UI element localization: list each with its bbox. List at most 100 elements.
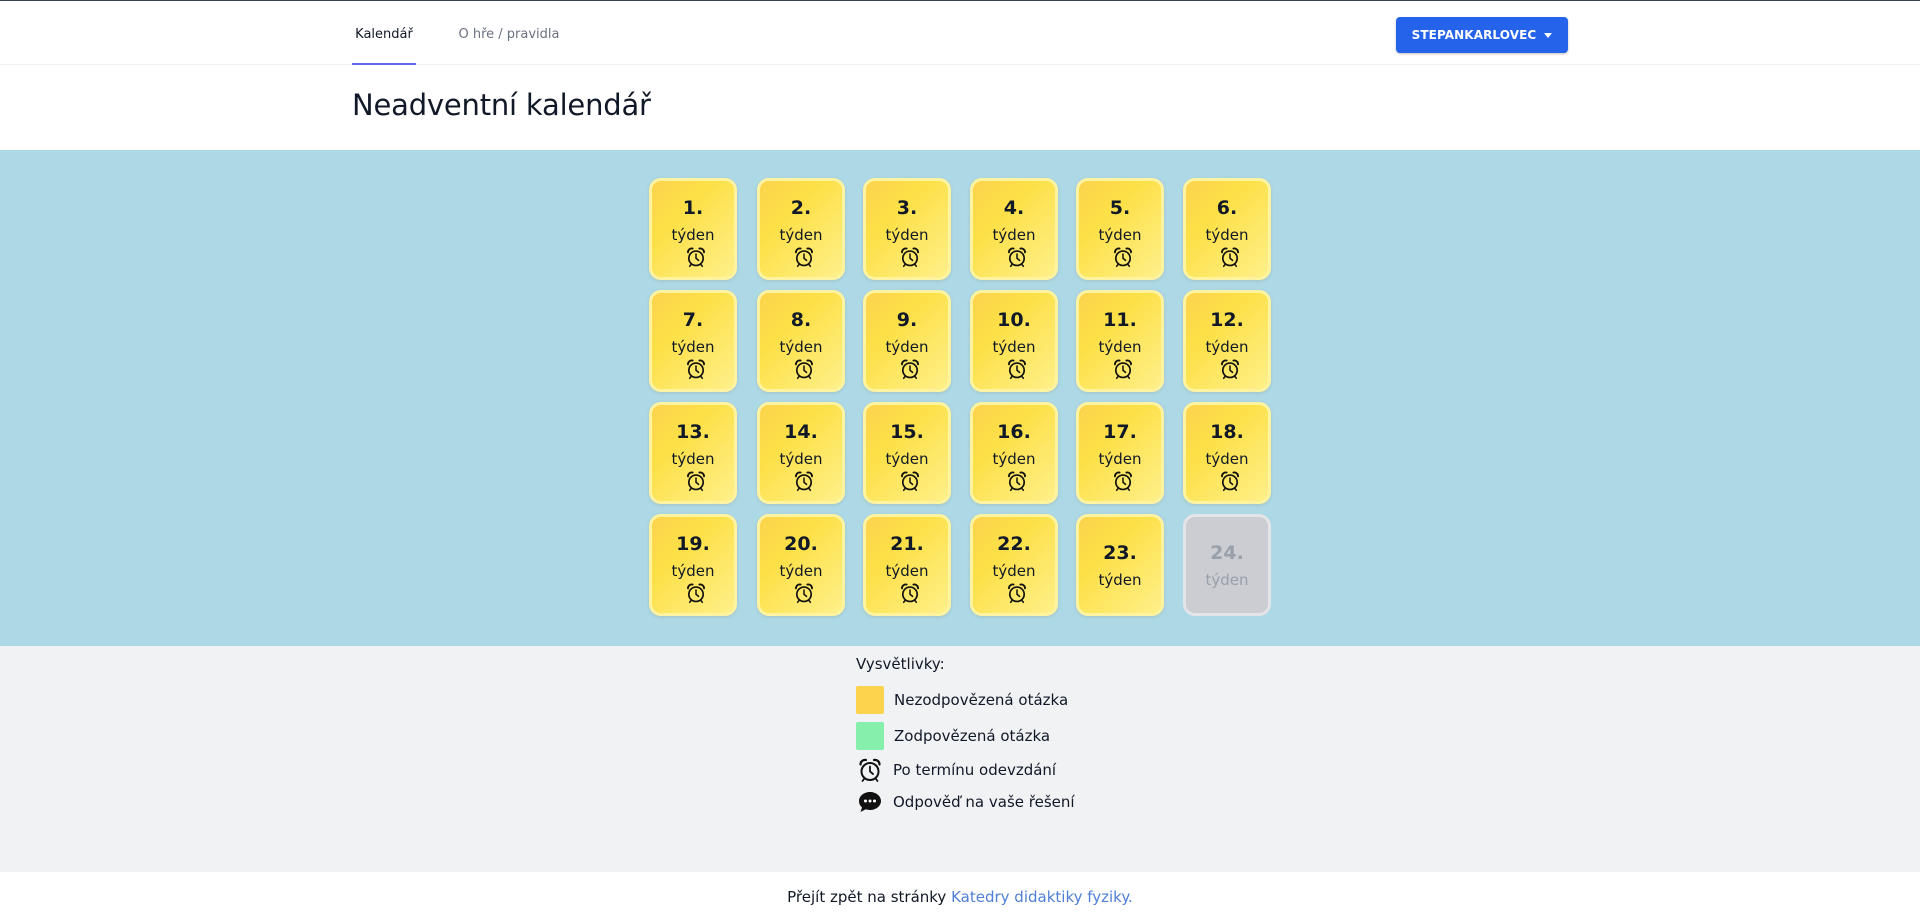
- week-label: týden: [885, 562, 929, 580]
- week-label: týden: [1098, 571, 1142, 589]
- week-number: 16.: [997, 421, 1031, 443]
- week-label: týden: [1098, 226, 1142, 244]
- navbar: Kalendář O hře / pravidla STEPANKARLOVEC: [0, 1, 1920, 65]
- week-tile[interactable]: 13. týden: [649, 402, 737, 504]
- alarm-clock-icon: [1112, 470, 1134, 492]
- week-tile[interactable]: 4. týden: [970, 178, 1058, 280]
- week-number: 5.: [1109, 197, 1131, 219]
- week-label: týden: [885, 338, 929, 356]
- legend-item-unanswered: Nezodpovězená otázka: [856, 686, 1068, 714]
- chevron-down-icon: [1544, 32, 1553, 38]
- week-tile[interactable]: 21. týden: [863, 514, 951, 616]
- alarm-clock-icon: [899, 358, 921, 380]
- alarm-clock-icon: [899, 246, 921, 268]
- week-label: týden: [779, 562, 823, 580]
- week-tile: 24. týden: [1183, 514, 1271, 616]
- week-label: týden: [1205, 226, 1249, 244]
- week-tile[interactable]: 19. týden: [649, 514, 737, 616]
- unanswered-swatch: [856, 686, 884, 714]
- week-tile[interactable]: 10. týden: [970, 290, 1058, 392]
- week-number: 3.: [896, 197, 918, 219]
- week-tile[interactable]: 3. týden: [863, 178, 951, 280]
- week-label: týden: [779, 226, 823, 244]
- week-number: 12.: [1210, 309, 1244, 331]
- week-label: týden: [779, 338, 823, 356]
- week-label: týden: [992, 338, 1036, 356]
- week-tile[interactable]: 14. týden: [757, 402, 845, 504]
- week-label: týden: [1098, 450, 1142, 468]
- legend-text: Odpověď na vaše řešení: [893, 793, 1075, 811]
- user-menu-label: STEPANKARLOVEC: [1411, 28, 1537, 42]
- alarm-clock-icon: [1112, 358, 1134, 380]
- footer: Přejít zpět na stránky Katedry didaktiky…: [0, 872, 1920, 920]
- tab-calendar[interactable]: Kalendář: [352, 1, 416, 65]
- legend-text: Nezodpovězená otázka: [894, 691, 1069, 709]
- alarm-clock-icon: [1006, 246, 1028, 268]
- alarm-clock-icon: [899, 470, 921, 492]
- legend-item-reply: Odpověď na vaše řešení: [856, 788, 1075, 816]
- week-label: týden: [992, 226, 1036, 244]
- week-number: 2.: [790, 197, 812, 219]
- alarm-clock-icon: [899, 582, 921, 604]
- legend: Vysvětlivky: Nezodpovězená otázka Zodpov…: [0, 646, 1920, 872]
- alarm-clock-icon: [793, 470, 815, 492]
- week-tile[interactable]: 23. týden: [1076, 514, 1164, 616]
- week-number: 17.: [1103, 421, 1137, 443]
- week-tile[interactable]: 20. týden: [757, 514, 845, 616]
- alarm-clock-icon: [1219, 470, 1241, 492]
- week-number: 20.: [784, 533, 818, 555]
- footer-text: Přejít zpět na stránky: [787, 888, 947, 906]
- week-tile[interactable]: 12. týden: [1183, 290, 1271, 392]
- alarm-clock-icon: [1219, 358, 1241, 380]
- week-label: týden: [992, 562, 1036, 580]
- alarm-clock-icon: [685, 470, 707, 492]
- week-number: 7.: [682, 309, 704, 331]
- week-tile[interactable]: 22. týden: [970, 514, 1058, 616]
- week-label: týden: [1205, 450, 1249, 468]
- week-tile[interactable]: 18. týden: [1183, 402, 1271, 504]
- week-number: 4.: [1003, 197, 1025, 219]
- week-label: týden: [1205, 338, 1249, 356]
- footer-link[interactable]: Katedry didaktiky fyziky.: [951, 888, 1133, 906]
- user-menu-button[interactable]: STEPANKARLOVEC: [1396, 17, 1568, 53]
- week-label: týden: [671, 562, 715, 580]
- week-tile[interactable]: 9. týden: [863, 290, 951, 392]
- week-number: 24.: [1210, 542, 1244, 564]
- week-number: 15.: [890, 421, 924, 443]
- alarm-clock-icon: [685, 358, 707, 380]
- week-tile[interactable]: 17. týden: [1076, 402, 1164, 504]
- week-label: týden: [1205, 571, 1249, 589]
- week-tile[interactable]: 2. týden: [757, 178, 845, 280]
- alarm-clock-icon: [1112, 246, 1134, 268]
- alarm-clock-icon: [685, 246, 707, 268]
- alarm-clock-icon: [1219, 246, 1241, 268]
- week-tile[interactable]: 11. týden: [1076, 290, 1164, 392]
- week-number: 18.: [1210, 421, 1244, 443]
- page-title: Neadventní kalendář: [352, 88, 651, 122]
- legend-item-overdue: Po termínu odevzdání: [856, 756, 1056, 784]
- legend-title: Vysvětlivky:: [856, 655, 945, 673]
- alarm-clock-icon: [793, 246, 815, 268]
- week-label: týden: [885, 450, 929, 468]
- alarm-clock-icon: [685, 582, 707, 604]
- week-tile[interactable]: 5. týden: [1076, 178, 1164, 280]
- alarm-clock-icon: [1006, 358, 1028, 380]
- calendar-board: 1. týden 2. týden 3. týden 4. týden 5. týden 6. týd…: [0, 150, 1920, 646]
- speech-bubble-icon: [856, 788, 884, 816]
- week-label: týden: [671, 226, 715, 244]
- week-tile[interactable]: 15. týden: [863, 402, 951, 504]
- week-number: 11.: [1103, 309, 1137, 331]
- legend-text: Zodpovězená otázka: [894, 727, 1051, 745]
- week-tile[interactable]: 16. týden: [970, 402, 1058, 504]
- week-tile[interactable]: 6. týden: [1183, 178, 1271, 280]
- legend-text: Po termínu odevzdání: [893, 761, 1057, 779]
- week-tile[interactable]: 1. týden: [649, 178, 737, 280]
- alarm-clock-icon: [1006, 582, 1028, 604]
- week-tile[interactable]: 7. týden: [649, 290, 737, 392]
- week-label: týden: [885, 226, 929, 244]
- tab-rules[interactable]: O hře / pravidla: [452, 1, 566, 65]
- week-number: 1.: [682, 197, 704, 219]
- answered-swatch: [856, 722, 884, 750]
- week-tile[interactable]: 8. týden: [757, 290, 845, 392]
- week-number: 6.: [1216, 197, 1238, 219]
